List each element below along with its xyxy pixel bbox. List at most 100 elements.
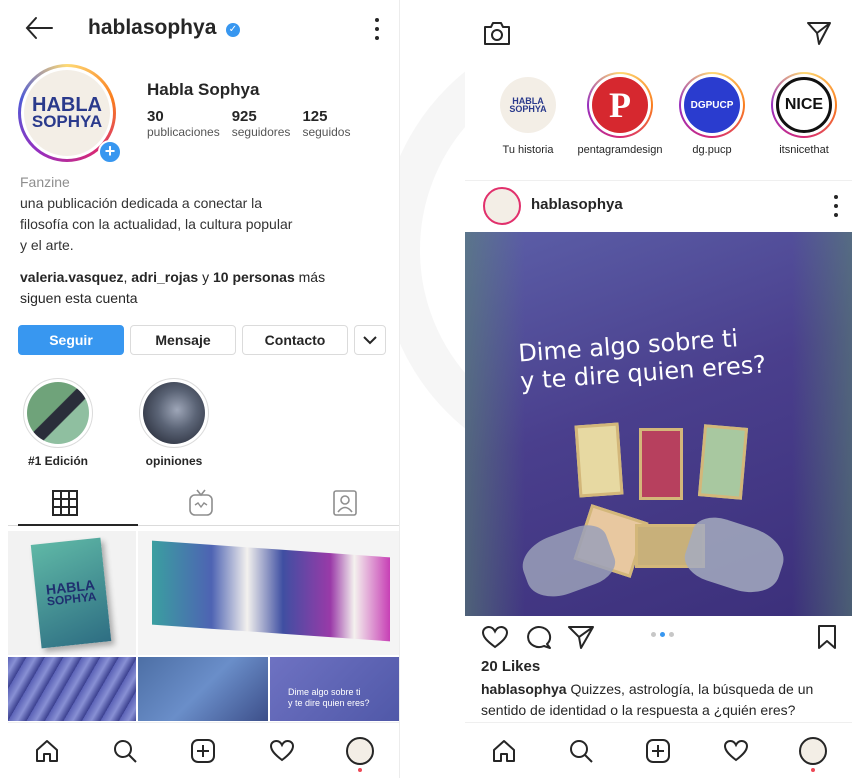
like-heart-icon[interactable] [481,624,509,650]
followed-user[interactable]: valeria.vasquez [20,269,124,285]
verified-badge-icon: ✓ [226,23,240,37]
camera-icon[interactable] [483,20,511,46]
nav-avatar [345,736,374,765]
zine-spread [152,540,390,642]
heart-icon[interactable] [721,736,751,766]
story-highlights: #1 Edición opiniones [18,378,214,468]
message-button[interactable]: Mensaje [130,325,236,355]
suggested-dropdown-button[interactable] [354,325,386,355]
followed-by[interactable]: valeria.vasquez, adri_rojas y 10 persona… [20,267,380,309]
post-author-avatar[interactable] [483,187,521,225]
highlight-item[interactable]: opiniones [134,378,214,468]
grid-post[interactable] [8,657,136,721]
followed-and: y [198,269,214,285]
new-post-icon[interactable] [188,736,218,766]
search-icon[interactable] [566,736,596,766]
story-avatar-text: NICE [784,96,824,113]
highlight-item[interactable]: #1 Edición [18,378,98,468]
followed-count[interactable]: 10 personas [213,269,295,285]
add-story-plus-icon[interactable]: + [98,140,122,164]
story-avatar: NICE [776,77,832,133]
post-image[interactable]: Dime algo sobre ti y te dire quien eres? [465,232,852,616]
stat-following-label: seguidos [302,125,351,139]
grid-post-text: y te dire quien eres? [288,698,370,708]
tarot-card [697,424,749,500]
like-count[interactable]: 20 Likes [481,658,540,675]
highlight-cover [27,382,89,444]
home-icon[interactable] [489,736,519,766]
highlight-label: #1 Edición [27,454,89,468]
home-icon[interactable] [32,736,62,766]
comment-icon[interactable] [525,624,553,650]
bookmark-icon[interactable] [816,624,838,650]
story-label: pentagramdesign [577,144,663,156]
stat-following[interactable]: 125 seguidos [302,108,350,139]
stat-following-value: 125 [302,108,328,125]
story-item[interactable]: HABLA SOPHYA Tu historia [485,72,571,172]
curtain-right [792,232,852,616]
profile-header: hablasophya ✓ [8,0,399,58]
search-icon[interactable] [110,736,140,766]
story-avatar-text: HABLA SOPHYA [509,95,547,114]
zine-cover: HABLA SOPHYA [30,537,112,649]
share-icon[interactable] [567,624,595,650]
igtv-tab-icon[interactable] [186,488,216,518]
active-tab-indicator [18,524,138,526]
curtain-left [465,232,525,616]
profile-category: Fanzine [20,174,70,190]
tarot-card [574,422,624,498]
notification-dot [811,767,816,772]
story-item[interactable]: NICE itsnicethat [761,72,847,172]
story-avatar-text: DGPUCP [690,99,734,111]
story-label: Tu historia [502,144,554,156]
new-post-icon[interactable] [643,736,673,766]
carousel-indicator [651,632,674,637]
feed-screen: HABLA SOPHYA Tu historia P pentagramdesi… [465,0,852,778]
highlight-cover [143,382,205,444]
heart-icon[interactable] [267,736,297,766]
follow-button[interactable]: Seguir [18,325,124,355]
profile-action-buttons: Seguir Mensaje Contacto [18,325,386,355]
tarot-card [639,428,683,500]
stat-posts[interactable]: 30 publicaciones [147,108,220,139]
story-avatar-text: P [609,85,631,125]
profile-screen: hablasophya ✓ HABLA SOPHYA + Habla Sophy… [8,0,400,778]
grid-post[interactable] [138,531,399,655]
story-avatar: HABLA SOPHYA [500,77,556,133]
more-options-icon[interactable] [375,18,381,40]
bottom-navigation [8,722,399,778]
direct-message-icon[interactable] [806,20,832,46]
contact-button[interactable]: Contacto [242,325,348,355]
tagged-tab-icon[interactable] [330,488,360,518]
post-image-text: Dime algo sobre ti y te dire quien eres? [517,319,820,395]
hand-left [515,518,621,606]
story-avatar: DGPUCP [684,77,740,133]
grid-tab-icon[interactable] [50,488,80,518]
stat-posts-value: 30 [147,108,164,125]
post-options-icon[interactable] [834,195,840,217]
post-actions [465,620,852,656]
stat-followers-label: seguidores [231,125,291,139]
story-item[interactable]: DGPUCP dg.pucp [669,72,755,172]
stories-tray: HABLA SOPHYA Tu historia P pentagramdesi… [465,72,852,172]
followed-user[interactable]: adri_rojas [131,269,198,285]
post-header: hablasophya [465,180,852,228]
stat-followers[interactable]: 925 seguidores [232,108,291,139]
profile-nav-icon[interactable] [798,736,828,772]
bio-line: y el arte. [20,237,74,253]
profile-nav-icon[interactable] [345,736,375,772]
profile-stats: 30 publicaciones 925 seguidores 125 segu… [147,108,362,139]
story-avatar: P [592,77,648,133]
profile-bio: Fanzine una publicación dedicada a conec… [20,172,380,256]
back-arrow-icon[interactable] [24,14,54,42]
post-author-username[interactable]: hablasophya [531,196,623,213]
grid-post[interactable]: HABLA SOPHYA [8,531,136,655]
nav-avatar [799,736,828,765]
feed-header [465,0,852,66]
grid-post[interactable]: Dime algo sobre ti y te dire quien eres? [270,657,399,721]
avatar-logo-text: SOPHYA [31,112,103,132]
story-item[interactable]: P pentagramdesign [577,72,663,172]
caption-username[interactable]: hablasophya [481,681,567,697]
zine-cover-text: SOPHYA [46,589,97,609]
grid-post[interactable] [138,657,268,721]
